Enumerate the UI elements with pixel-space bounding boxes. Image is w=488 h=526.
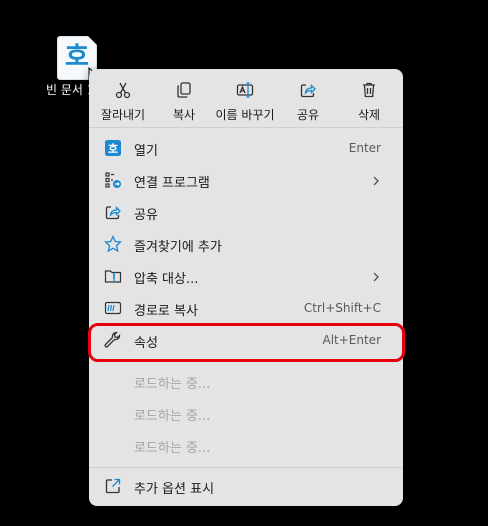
context-menu: 잘라내기 복사 이름 바꾸기 공유 삭제 호 열기 Enter 연결 프로그램 … xyxy=(88,69,405,506)
share-label: 공유 xyxy=(296,108,320,122)
rename-icon xyxy=(236,82,254,98)
copy-label: 복사 xyxy=(172,108,196,122)
menu-item-label: 추가 옵션 표시 xyxy=(134,482,215,497)
delete-button[interactable]: 삭제 xyxy=(338,77,400,125)
svg-text:호: 호 xyxy=(108,142,118,156)
share-button[interactable]: 공유 xyxy=(277,77,339,125)
menu-item-loading: 로드하는 중... xyxy=(95,366,397,397)
hwp-app-icon: 호 xyxy=(105,140,121,156)
menu-item-label: 경로로 복사 xyxy=(134,304,198,319)
menu-item-label: 로드하는 중... xyxy=(134,409,211,424)
separator xyxy=(89,467,403,468)
cut-button[interactable]: 잘라내기 xyxy=(92,77,154,125)
chevron-right-icon xyxy=(373,272,379,282)
copy-path-icon xyxy=(104,301,122,315)
rename-button[interactable]: 이름 바꾸기 xyxy=(214,77,276,125)
delete-label: 삭제 xyxy=(357,108,381,122)
star-icon xyxy=(104,235,122,253)
copy-button[interactable]: 복사 xyxy=(153,77,215,125)
scissors-icon xyxy=(115,82,131,99)
highlight-annotation xyxy=(88,323,405,362)
menu-item-label: 로드하는 중... xyxy=(134,377,211,392)
chevron-right-icon xyxy=(373,176,379,186)
menu-item-label: 연결 프로그램 xyxy=(134,176,210,191)
menu-item-loading: 로드하는 중... xyxy=(95,430,397,461)
context-menu-toolbar: 잘라내기 복사 이름 바꾸기 공유 삭제 xyxy=(89,69,403,127)
open-with-icon xyxy=(105,172,121,188)
copy-icon xyxy=(177,82,191,98)
share-icon xyxy=(300,83,316,98)
menu-item-label: 열기 xyxy=(134,144,158,159)
menu-item-label: 로드하는 중... xyxy=(134,441,211,456)
cut-label: 잘라내기 xyxy=(100,108,146,122)
menu-item-open-with[interactable]: 연결 프로그램 xyxy=(95,165,397,196)
separator xyxy=(89,127,403,128)
menu-item-show-more-options[interactable]: 추가 옵션 표시 xyxy=(95,471,397,502)
menu-item-copy-path[interactable]: 경로로 복사 Ctrl+Shift+C xyxy=(95,293,397,324)
menu-item-label: 공유 xyxy=(134,208,158,223)
menu-item-share[interactable]: 공유 xyxy=(95,197,397,228)
zip-folder-icon xyxy=(104,270,122,283)
menu-item-label: 즐겨찾기에 추가 xyxy=(134,240,222,255)
trash-icon xyxy=(363,82,375,98)
menu-item-open[interactable]: 호 열기 Enter xyxy=(95,133,397,164)
more-options-icon xyxy=(105,478,121,494)
menu-item-label: 압축 대상... xyxy=(134,272,199,287)
share-icon xyxy=(105,205,121,220)
menu-item-loading: 로드하는 중... xyxy=(95,398,397,429)
menu-item-add-favorite[interactable]: 즐겨찾기에 추가 xyxy=(95,229,397,260)
shortcut-text: Enter xyxy=(348,141,381,155)
shortcut-text: Ctrl+Shift+C xyxy=(303,301,381,315)
menu-item-compress[interactable]: 압축 대상... xyxy=(95,261,397,292)
rename-label: 이름 바꾸기 xyxy=(215,108,275,122)
